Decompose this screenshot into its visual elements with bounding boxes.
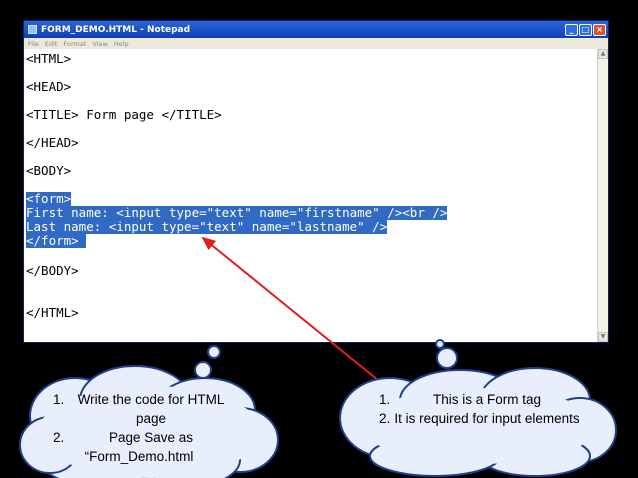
left-thought-cloud: Write the code for HTML page Page Save a… <box>0 340 300 478</box>
callout-left-filename: “Form_Demo.html <box>84 449 194 464</box>
callout-right-item-1: This is a Form tag <box>394 390 580 409</box>
callout-right-item-2: It is required for input elements <box>394 409 580 428</box>
callout-left-item-1: Write the code for HTML page <box>68 390 234 428</box>
right-thought-cloud: This is a Form tag It is required for in… <box>330 338 630 478</box>
callout-left-item-2: Page Save as <box>68 428 234 447</box>
